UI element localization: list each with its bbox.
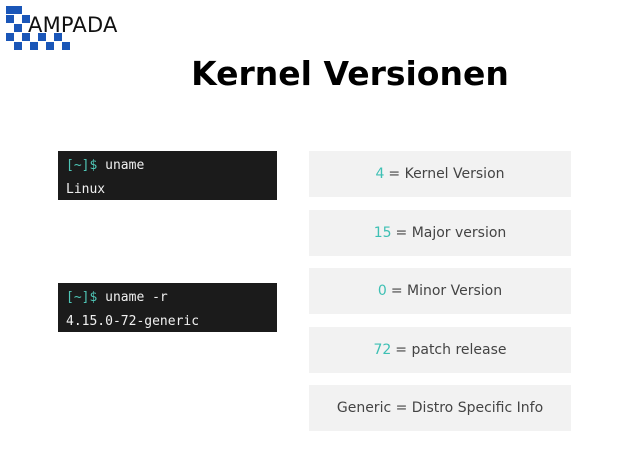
info-number: 4 (375, 166, 385, 182)
terminal-output: 4.15.0-72-generic (66, 314, 200, 329)
info-box-distro-info: Generic = Distro Specific Info (309, 385, 571, 431)
terminal-command-line: [~]$ uname (66, 154, 277, 178)
terminal-output: Linux (66, 182, 106, 197)
terminal-command: uname -r (97, 290, 168, 305)
info-box-kernel-version: 4 = Kernel Version (309, 151, 571, 197)
logo-text: AMPADA (28, 13, 118, 37)
page-title: Kernel Versionen (191, 54, 509, 93)
info-label: Generic = Distro Specific Info (336, 400, 544, 416)
info-label: = Minor Version (390, 283, 503, 299)
terminal-prompt: [~]$ (66, 158, 98, 173)
terminal-uname: [~]$ uname Linux (58, 151, 277, 200)
terminal-command-line: [~]$ uname -r (66, 286, 277, 310)
info-number: 0 (377, 283, 387, 299)
info-number: 72 (373, 342, 392, 358)
logo: AMPADA (6, 6, 136, 58)
terminal-prompt: [~]$ (66, 290, 98, 305)
info-box-patch-release: 72 = patch release (309, 327, 571, 373)
info-box-minor-version: 0 = Minor Version (309, 268, 571, 314)
terminal-command: uname (97, 158, 145, 173)
info-label: = Major version (395, 225, 507, 241)
info-label: = Kernel Version (388, 166, 505, 182)
info-number: 15 (373, 225, 392, 241)
info-label: = patch release (395, 342, 507, 358)
terminal-uname-r: [~]$ uname -r 4.15.0-72-generic (58, 283, 277, 332)
info-box-major-version: 15 = Major version (309, 210, 571, 256)
